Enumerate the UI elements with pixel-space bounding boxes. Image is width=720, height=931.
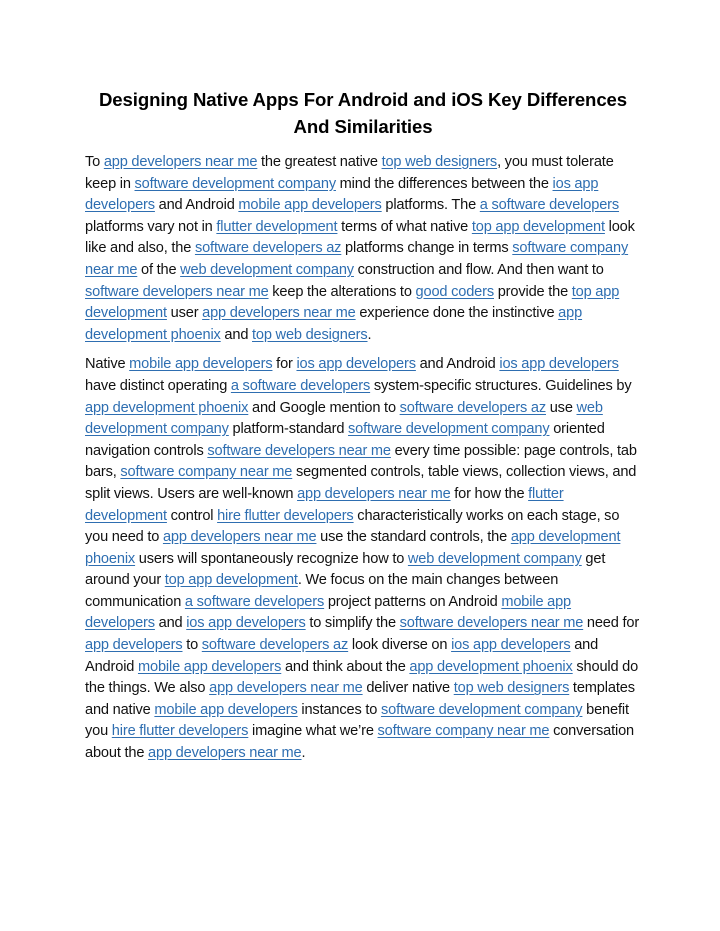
text-run: experience done the instinctive [355,305,559,322]
hyperlink[interactable]: app developers near me [297,486,451,502]
hyperlink[interactable]: a software developers [480,197,619,213]
text-run: system-specific structures. Guidelines b… [370,377,632,394]
hyperlink[interactable]: app developers [85,637,183,653]
hyperlink[interactable]: app development phoenix [409,659,572,675]
hyperlink[interactable]: ios app developers [296,356,416,372]
hyperlink[interactable]: app development phoenix [85,400,248,416]
text-run: and Google mention to [248,399,400,416]
text-run: use the standard controls, the [316,529,511,546]
text-run: for how the [450,485,529,502]
hyperlink[interactable]: software developers near me [85,284,269,300]
hyperlink[interactable]: mobile app developers [154,702,297,718]
text-run: look diverse on [348,637,452,654]
text-run: keep the alterations to [268,283,416,300]
hyperlink[interactable]: a software developers [185,594,324,610]
hyperlink[interactable]: software development company [348,421,550,437]
hyperlink[interactable]: top web designers [252,327,368,343]
text-run: control [166,507,218,524]
text-run: need for [583,615,640,632]
text-run: To [85,154,104,170]
text-run: to simplify the [305,615,400,632]
hyperlink[interactable]: mobile app developers [238,197,381,213]
text-run: user [166,305,203,322]
hyperlink[interactable]: top app development [472,219,605,235]
text-run: of the [137,261,181,278]
text-run: construction and flow. And then want to [353,261,604,278]
hyperlink[interactable]: app developers near me [163,529,317,545]
hyperlink[interactable]: software developers az [195,240,342,256]
hyperlink[interactable]: mobile app developers [129,356,272,372]
text-run: and [154,615,187,632]
text-run: platforms. The [381,197,480,214]
hyperlink[interactable]: app developers near me [202,305,356,321]
hyperlink[interactable]: mobile app developers [138,659,281,675]
hyperlink[interactable]: software company near me [378,723,550,739]
hyperlink[interactable]: software company near me [120,464,292,480]
hyperlink[interactable]: app developers near me [209,680,363,696]
hyperlink[interactable]: top web designers [382,154,498,170]
text-run: terms of what native [337,218,472,235]
document-title: Designing Native Apps For Android and iO… [98,89,628,137]
document-body: To app developers near me the greatest n… [85,152,641,765]
text-run: . [367,326,372,343]
paragraph: To app developers near me the greatest n… [85,152,641,346]
text-run: and [220,326,253,343]
hyperlink[interactable]: software developers near me [207,443,391,459]
hyperlink[interactable]: software developers near me [400,615,584,631]
hyperlink[interactable]: software development company [381,702,583,718]
text-run: use [546,399,577,416]
text-run: provide the [494,283,572,300]
text-run: mind the differences between the [335,175,553,192]
hyperlink[interactable]: top app development [165,572,298,588]
text-run: for [272,356,297,373]
text-run: and Android [415,356,500,373]
text-run: imagine what we’re [248,723,378,740]
hyperlink[interactable]: flutter development [216,219,337,235]
hyperlink[interactable]: web development company [180,262,354,278]
hyperlink[interactable]: ios app developers [499,356,619,372]
hyperlink[interactable]: hire flutter developers [112,723,249,739]
text-run: users will spontaneously recognize how t… [135,550,408,567]
hyperlink[interactable]: web development company [408,551,582,567]
hyperlink[interactable]: software development company [135,176,337,192]
hyperlink[interactable]: top web designers [454,680,570,696]
hyperlink[interactable]: software developers az [400,400,547,416]
text-run: instances to [297,701,381,718]
text-run: platforms vary not in [85,218,217,235]
hyperlink[interactable]: ios app developers [451,637,571,653]
hyperlink[interactable]: good coders [416,284,495,300]
hyperlink[interactable]: app developers near me [148,745,302,761]
hyperlink[interactable]: hire flutter developers [217,508,354,524]
text-run: platforms change in terms [341,240,513,257]
text-run: to [182,637,202,654]
document-page: Designing Native Apps For Android and iO… [85,86,641,773]
hyperlink[interactable]: app developers near me [104,154,258,170]
hyperlink[interactable]: ios app developers [186,615,306,631]
text-run: and Android [154,197,239,214]
hyperlink[interactable]: software developers az [202,637,349,653]
text-run: platform-standard [228,421,349,438]
hyperlink[interactable]: a software developers [231,378,370,394]
text-run: have distinct operating [85,377,231,394]
text-run: and think about the [281,658,410,675]
text-run: Native [85,356,130,373]
text-run: deliver native [362,680,454,697]
text-run: . [301,745,306,762]
paragraph: Native mobile app developers for ios app… [85,354,641,764]
text-run: project patterns on Android [324,593,502,610]
text-run: the greatest native [257,154,382,170]
